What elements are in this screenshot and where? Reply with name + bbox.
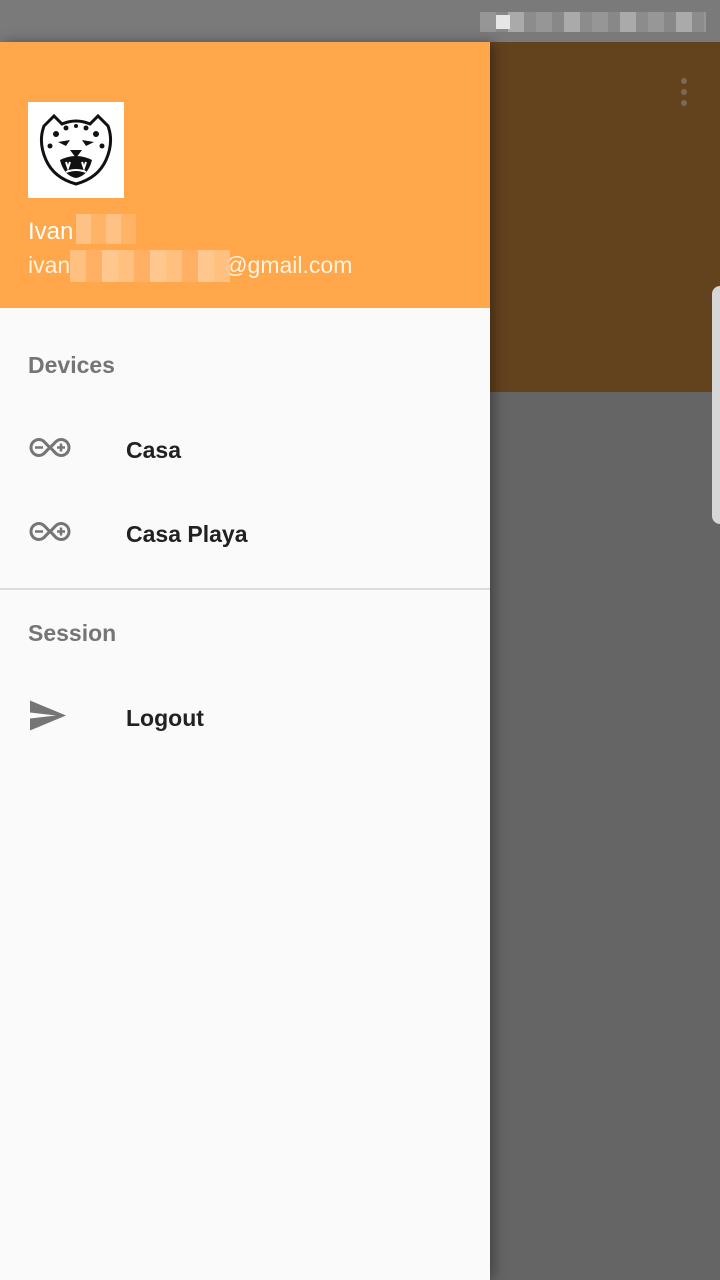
nav-item-casa-playa[interactable]: Casa Playa [0, 492, 490, 576]
nav-item-label: Logout [126, 704, 204, 731]
arduino-icon [28, 437, 72, 464]
status-indicator-icon [480, 12, 706, 32]
nav-item-logout[interactable]: Logout [0, 676, 490, 760]
section-title-devices: Devices [28, 352, 115, 378]
redacted-email [70, 250, 230, 282]
redacted-name [76, 214, 136, 244]
user-name: Ivan [28, 218, 74, 245]
nav-item-label: Casa Playa [126, 520, 248, 547]
section-title-session: Session [28, 620, 117, 646]
more-vertical-icon[interactable] [678, 78, 690, 106]
arduino-icon [28, 521, 72, 548]
drawer-header: Ivan ivan @gmail.com [0, 42, 490, 308]
edge-panel-handle[interactable] [712, 286, 720, 524]
send-icon [28, 699, 68, 738]
section-divider [0, 588, 490, 590]
status-bar [0, 0, 720, 42]
nav-item-casa[interactable]: Casa [0, 408, 490, 492]
leopard-avatar-icon[interactable] [28, 102, 124, 198]
navigation-drawer: Ivan ivan @gmail.com Devices Casa Casa P… [0, 42, 490, 1280]
nav-item-label: Casa [126, 436, 181, 463]
